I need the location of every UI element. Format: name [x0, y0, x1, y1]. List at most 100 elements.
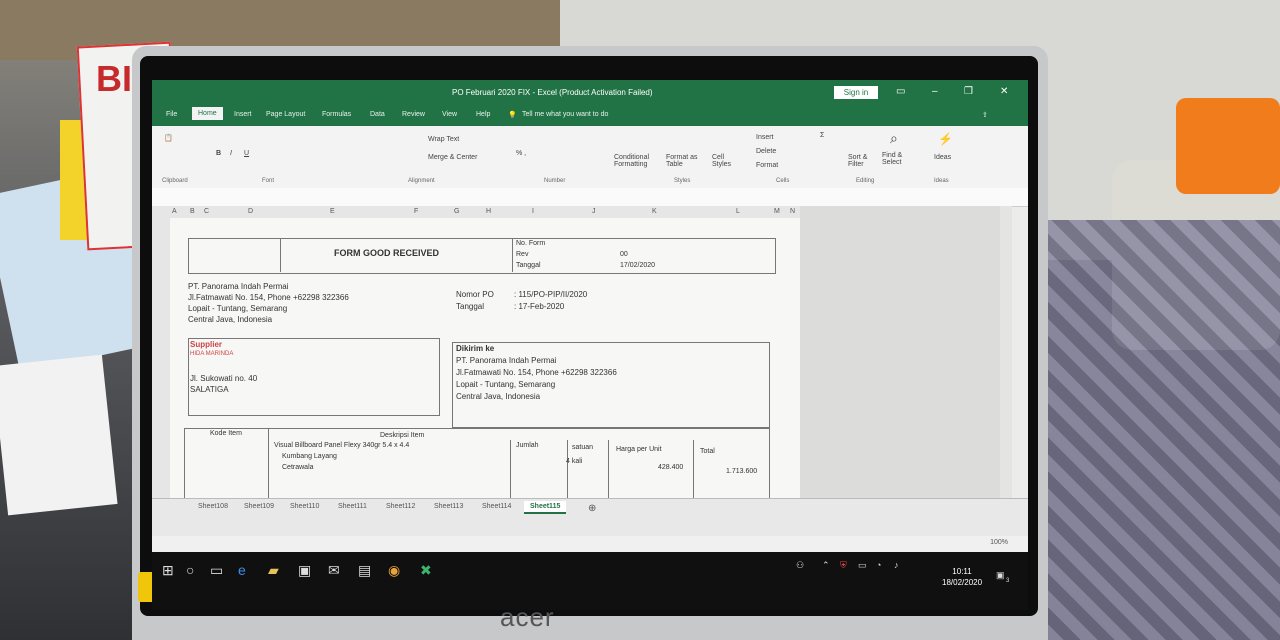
share-icon[interactable]: ⇪ [982, 111, 988, 119]
column-header[interactable]: J [592, 208, 596, 215]
tab-formulas[interactable]: Formulas [322, 111, 351, 118]
column-header[interactable]: F [414, 208, 418, 215]
supplier-name: HIDA MARINDA [190, 351, 234, 357]
worksheet[interactable]: FORM GOOD RECEIVED No. Form Rev 00 Tangg… [170, 218, 800, 500]
people-icon[interactable]: ⚇ [796, 560, 804, 571]
clock-date: 18/02/2020 [942, 578, 983, 587]
tab-view[interactable]: View [442, 111, 457, 118]
antivirus-icon[interactable]: ⛨ [840, 560, 847, 571]
autosum-icon[interactable]: Σ [820, 132, 824, 139]
supplier-line: SALATIGA [190, 385, 229, 394]
notification-icon[interactable]: ▣ [996, 570, 1005, 581]
tab-help[interactable]: Help [476, 111, 490, 118]
supplier-line: Jl. Sukowati no. 40 [190, 374, 258, 383]
restore-icon[interactable]: ❐ [964, 86, 973, 97]
format-as-table-button[interactable]: Format as Table [666, 154, 706, 168]
ribbon-tabs: File Home Insert Page Layout Formulas Da… [152, 104, 1028, 126]
vertical-scrollbar[interactable] [1000, 206, 1012, 536]
column-header[interactable]: H [486, 208, 491, 215]
group-number: Number [544, 178, 566, 184]
formula-bar[interactable] [152, 188, 1028, 207]
background-stapler [1176, 98, 1280, 194]
file-explorer-icon[interactable]: ▰ [268, 562, 279, 579]
chrome-icon[interactable]: ◉ [388, 562, 400, 579]
format-cells-button[interactable]: Format [756, 162, 778, 169]
search-icon[interactable]: ○ [186, 562, 194, 578]
tanggal-po-value: : 17-Feb-2020 [514, 302, 565, 311]
column-header[interactable]: I [532, 208, 534, 215]
header-satuan: satuan [572, 444, 594, 451]
tab-data[interactable]: Data [370, 111, 385, 118]
sort-filter-button[interactable]: Sort & Filter [848, 154, 878, 168]
cell-styles-button[interactable]: Cell Styles [712, 154, 742, 168]
volume-icon[interactable]: ♪ [894, 560, 899, 570]
delete-cells-button[interactable]: Delete [756, 148, 776, 155]
edge-icon[interactable]: e [238, 562, 246, 578]
tab-home[interactable]: Home [192, 107, 223, 120]
rev-value: 00 [620, 251, 628, 258]
column-header[interactable]: D [248, 208, 253, 215]
merge-center-button[interactable]: Merge & Center [428, 154, 477, 161]
column-header[interactable]: B [190, 208, 195, 215]
column-header[interactable]: G [454, 208, 459, 215]
excel-title-bar: PO Februari 2020 FIX - Excel (Product Ac… [152, 80, 1028, 104]
close-icon[interactable]: ✕ [1000, 86, 1008, 97]
mail-icon[interactable]: ✉ [328, 562, 340, 579]
sheet-tab[interactable]: Sheet108 [192, 501, 234, 512]
store-icon[interactable]: ▣ [298, 562, 311, 579]
show-hidden-icons[interactable]: ⌃ [822, 560, 830, 571]
task-view-icon[interactable]: ▭ [210, 562, 223, 579]
column-header[interactable]: E [330, 208, 335, 215]
header-total: Total [700, 448, 715, 455]
underline-button[interactable]: U [244, 150, 249, 157]
group-alignment: Alignment [408, 178, 435, 184]
lightbulb-icon: 💡 [508, 112, 517, 119]
window-title: PO Februari 2020 FIX - Excel (Product Ac… [452, 88, 653, 97]
tab-review[interactable]: Review [402, 111, 425, 118]
background-paper [0, 354, 118, 516]
column-header[interactable]: L [736, 208, 740, 215]
sheet-tab[interactable]: Sheet109 [238, 501, 280, 512]
signin-button[interactable]: Sign in [834, 86, 878, 99]
tab-file[interactable]: File [166, 111, 177, 118]
tab-page-layout[interactable]: Page Layout [266, 111, 305, 118]
sheet-tab[interactable]: Sheet111 [332, 501, 373, 512]
insert-cells-button[interactable]: Insert [756, 134, 774, 141]
tab-insert[interactable]: Insert [234, 111, 252, 118]
conditional-formatting-button[interactable]: Conditional Formatting [614, 154, 660, 168]
find-select-button[interactable]: Find & Select [882, 152, 914, 166]
italic-button[interactable]: I [230, 150, 232, 157]
column-header[interactable]: K [652, 208, 657, 215]
column-header[interactable]: C [204, 208, 209, 215]
sheet-tab[interactable]: Sheet114 [476, 501, 517, 512]
battery-icon[interactable]: ▭ [858, 560, 867, 571]
excel-taskbar-icon[interactable]: ✖ [420, 562, 432, 579]
item-jumlah: 4 kali [566, 458, 583, 465]
calendar-icon[interactable]: ▤ [358, 562, 371, 579]
ideas-button[interactable]: Ideas [934, 154, 951, 161]
column-header[interactable]: N [790, 208, 795, 215]
ribbon-display-icon[interactable]: ▭ [896, 86, 905, 97]
search-icon: ⌕ [890, 130, 898, 146]
taskbar-clock[interactable]: 10:11 18/02/2020 [942, 566, 982, 588]
sheet-tab[interactable]: Sheet113 [428, 501, 469, 512]
sheet-tab-active[interactable]: Sheet115 [524, 501, 567, 514]
column-header[interactable]: M [774, 208, 780, 215]
wrap-text-button[interactable]: Wrap Text [428, 136, 459, 143]
windows-start-icon[interactable]: ⊞ [162, 562, 174, 579]
number-format-controls[interactable]: % , [516, 150, 526, 157]
bold-button[interactable]: B [216, 150, 221, 157]
minimize-icon[interactable]: – [932, 86, 938, 97]
header-harga: Harga per Unit [616, 446, 662, 453]
form-logo-cell [188, 238, 281, 272]
sheet-tab[interactable]: Sheet112 [380, 501, 421, 512]
add-sheet-icon[interactable]: ⊕ [582, 501, 602, 516]
network-icon[interactable]: ◔ [876, 560, 881, 570]
zoom-level[interactable]: 100% [990, 539, 1008, 546]
column-header[interactable]: A [172, 208, 177, 215]
paste-icon[interactable]: 📋 [164, 134, 173, 142]
tell-me-search[interactable]: Tell me what you want to do [522, 111, 608, 118]
item-description: Kumbang Layang [282, 453, 337, 460]
ideas-icon: ⚡ [938, 132, 953, 146]
sheet-tab[interactable]: Sheet110 [284, 501, 325, 512]
